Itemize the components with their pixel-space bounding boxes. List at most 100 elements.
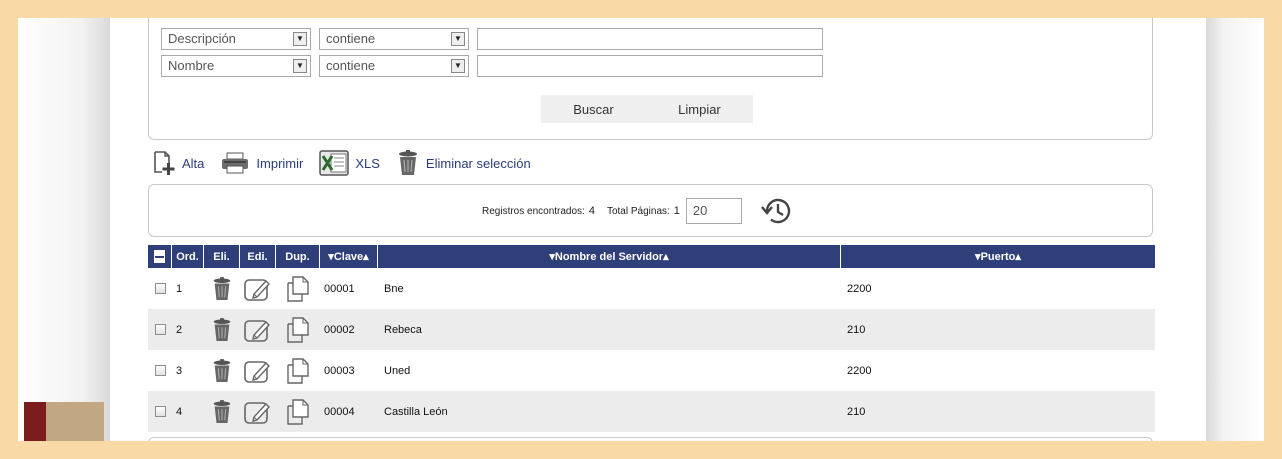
cell-nombre: Uned (384, 364, 411, 377)
imprimir-button[interactable]: Imprimir (220, 151, 303, 175)
cell-clave: 00004 (324, 405, 355, 418)
cell-ord: 2 (176, 323, 183, 336)
trash-icon (213, 276, 231, 300)
delete-button[interactable] (204, 350, 240, 391)
excel-icon (319, 150, 350, 176)
duplicate-icon (287, 357, 309, 384)
filter-row: Nombre ▼ contiene ▼ (161, 55, 823, 77)
edit-icon (244, 401, 270, 424)
delete-button[interactable] (204, 268, 240, 309)
duplicate-icon (287, 275, 309, 302)
cell-nombre: Bne (384, 282, 404, 295)
cell-ord: 1 (176, 282, 183, 295)
paginas-count: 1 (673, 205, 680, 217)
filter-field-select[interactable]: Descripción ▼ (161, 28, 311, 50)
printer-icon (222, 152, 249, 174)
action-toolbar: Alta Imprimir XLS Eliminar selección (152, 146, 547, 180)
edit-icon (244, 278, 270, 301)
filter-operator-value: contiene (326, 58, 376, 73)
row-checkbox[interactable] (148, 391, 172, 432)
delete-button[interactable] (204, 309, 240, 350)
filter-value-input[interactable] (477, 55, 823, 77)
limpiar-button[interactable]: Limpiar (678, 102, 721, 117)
cell-ord: 3 (176, 364, 183, 377)
table-row: 3 00003 Uned 2200 (148, 350, 1155, 391)
edit-button[interactable] (240, 268, 276, 309)
cell-nombre: Castilla León (384, 405, 448, 418)
history-icon[interactable] (760, 196, 792, 226)
cell-puerto: 210 (847, 405, 866, 418)
edit-button[interactable] (240, 309, 276, 350)
cell-clave: 00001 (324, 282, 355, 295)
dropdown-arrow-icon[interactable]: ▼ (293, 32, 307, 46)
row-checkbox[interactable] (148, 309, 172, 350)
eliminar-label: Eliminar selección (425, 155, 531, 171)
edit-button[interactable] (240, 391, 276, 432)
filter-field-value: Nombre (168, 58, 215, 73)
trash-icon (213, 358, 231, 382)
eliminar-seleccion-button[interactable]: Eliminar selección (396, 150, 531, 176)
select-all-checkbox[interactable] (148, 245, 172, 268)
edit-button[interactable] (240, 350, 276, 391)
col-header-edi: Edi. (240, 245, 276, 268)
filter-panel: Descripción ▼ contiene ▼ Nombre ▼ contie… (148, 18, 1153, 140)
col-header-eli: Eli. (204, 245, 240, 268)
checkbox-icon (154, 250, 165, 263)
cell-clave: 00003 (324, 364, 355, 377)
checkbox-icon (154, 283, 166, 294)
col-header-ord[interactable]: Ord. (172, 245, 204, 268)
paginas-label: Total Páginas: (606, 205, 670, 217)
filter-value-input[interactable] (477, 28, 823, 50)
col-header-clave[interactable]: ▾Clave▴ (320, 245, 378, 268)
alta-label: Alta (182, 155, 205, 171)
registros-count: 4 (588, 205, 595, 217)
row-checkbox[interactable] (148, 268, 172, 309)
trash-icon (213, 317, 231, 341)
left-margin (18, 18, 110, 441)
pager-content: Registros encontrados: 4 Total Páginas: … (482, 196, 792, 226)
trash-icon (213, 399, 231, 423)
filter-button-bar: Buscar Limpiar (541, 95, 753, 123)
page-size-input[interactable]: 20 (685, 198, 742, 224)
dropdown-arrow-icon[interactable]: ▼ (293, 59, 307, 73)
row-checkbox[interactable] (148, 350, 172, 391)
dropdown-arrow-icon[interactable]: ▼ (451, 59, 465, 73)
col-header-dup: Dup. (276, 245, 320, 268)
cell-ord: 4 (176, 405, 183, 418)
cell-clave: 00002 (324, 323, 355, 336)
duplicate-button[interactable] (276, 391, 320, 432)
filter-operator-select[interactable]: contiene ▼ (319, 55, 469, 77)
xls-button[interactable]: XLS (319, 150, 380, 176)
edit-icon (244, 319, 270, 342)
col-header-puerto[interactable]: ▾Puerto▴ (841, 245, 1155, 268)
xls-label: XLS (355, 155, 380, 171)
right-margin (1206, 18, 1264, 441)
registros-label: Registros encontrados: (482, 205, 585, 217)
duplicate-icon (287, 316, 309, 343)
filter-operator-value: contiene (326, 31, 376, 46)
table-header: Ord. Eli. Edi. Dup. ▾Clave▴ ▾Nombre del … (148, 245, 1155, 268)
filter-field-value: Descripción (168, 31, 236, 46)
checkbox-icon (154, 365, 166, 376)
add-document-icon (154, 151, 175, 175)
checkbox-icon (154, 406, 166, 417)
imprimir-label: Imprimir (256, 155, 304, 171)
duplicate-icon (287, 398, 309, 425)
pager-panel: Registros encontrados: 4 Total Páginas: … (148, 184, 1153, 237)
duplicate-button[interactable] (276, 309, 320, 350)
filter-operator-select[interactable]: contiene ▼ (319, 28, 469, 50)
cell-puerto: 210 (847, 323, 866, 336)
buscar-button[interactable]: Buscar (573, 102, 613, 117)
dropdown-arrow-icon[interactable]: ▼ (451, 32, 465, 46)
duplicate-button[interactable] (276, 350, 320, 391)
col-header-nombre[interactable]: ▾Nombre del Servidor▴ (378, 245, 841, 268)
delete-button[interactable] (204, 391, 240, 432)
filter-row: Descripción ▼ contiene ▼ (161, 28, 823, 50)
cell-puerto: 2200 (847, 282, 872, 295)
checkbox-icon (154, 324, 166, 335)
trash-icon (398, 150, 417, 175)
app-frame: Descripción ▼ contiene ▼ Nombre ▼ contie… (18, 18, 1264, 441)
duplicate-button[interactable] (276, 268, 320, 309)
filter-field-select[interactable]: Nombre ▼ (161, 55, 311, 77)
alta-button[interactable]: Alta (152, 150, 204, 176)
